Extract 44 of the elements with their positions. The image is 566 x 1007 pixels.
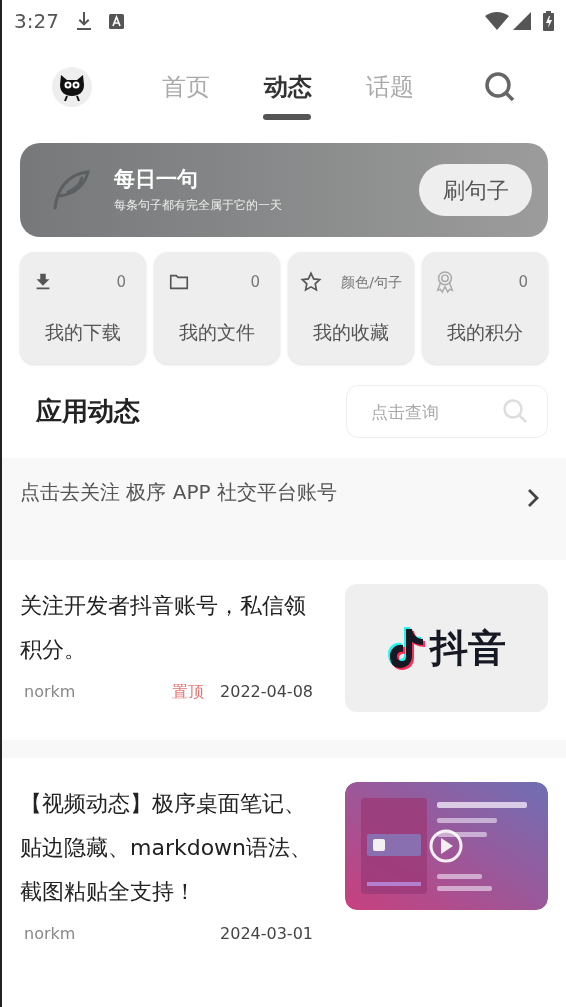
shortcut-count: 0 (116, 271, 127, 293)
shortcut-count: 0 (518, 271, 529, 293)
shortcut-label: 我的积分 (446, 320, 524, 345)
shortcut-count: 0 (250, 271, 261, 293)
shortcut-card[interactable]: 颜色/句子 我的收藏 (288, 252, 414, 364)
search-icon (502, 398, 528, 424)
avatar[interactable] (52, 67, 92, 107)
nav-tab[interactable]: 动态 (263, 54, 313, 120)
post-date: 2022-04-08 (220, 681, 313, 703)
post-author: norkm (24, 923, 76, 945)
shortcut-card[interactable]: 0 我的文件 (154, 252, 280, 364)
keyboard-icon (108, 13, 124, 29)
shortcut-card[interactable]: 0 我的下载 (20, 252, 146, 364)
banner-subtitle: 每条句子都有完全属于它的一天 (114, 197, 282, 215)
wifi-icon (485, 12, 509, 30)
feather-icon (52, 170, 90, 210)
chevron-right-icon (526, 487, 540, 509)
shortcut-label: 我的收藏 (312, 320, 390, 345)
follow-banner[interactable]: 点击去关注 极序 APP 社交平台账号 (2, 458, 566, 538)
shortcut-card[interactable]: 0 我的积分 (422, 252, 548, 364)
post-author: norkm (24, 681, 76, 703)
signal-icon (513, 12, 531, 30)
search-icon[interactable] (484, 71, 516, 103)
tab-indicator (263, 114, 311, 120)
status-time: 3:27 (14, 8, 59, 35)
pinned-tag: 置顶 (172, 680, 204, 704)
follow-text: 点击去关注 极序 APP 社交平台账号 (20, 479, 337, 506)
shortcut-label: 我的下载 (44, 320, 122, 345)
post-title: 关注开发者抖音账号，私信领积分。 (20, 592, 307, 664)
douyin-thumbnail[interactable]: 抖音 (345, 584, 548, 712)
banner-title: 每日一句 (114, 165, 199, 193)
post-title: 【视频动态】极序桌面笔记、贴边隐藏、markdown语法、截图粘贴全支持！ (20, 790, 313, 906)
shortcut-count: 颜色/句子 (341, 272, 402, 292)
download-icon (74, 11, 93, 31)
section-title: 应用动态 (36, 395, 140, 428)
search-field[interactable]: 点击查询 (346, 385, 548, 438)
music-note-icon (387, 625, 426, 671)
post-date: 2024-03-01 (220, 923, 313, 945)
award-icon (434, 270, 456, 294)
shortcut-label: 我的文件 (178, 320, 256, 345)
logo-text: 抖音 (429, 629, 506, 667)
refresh-quote-button[interactable]: 刷句子 (419, 164, 532, 216)
star-icon (300, 271, 322, 293)
battery-icon (543, 11, 554, 31)
